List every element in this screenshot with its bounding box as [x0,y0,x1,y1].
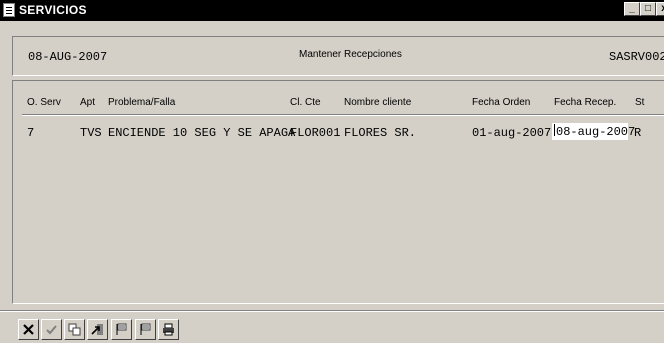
print-button[interactable] [158,319,179,340]
col-header-orden-servicio: O. Serv [27,97,61,108]
col-header-status: St [635,97,645,108]
accept-button[interactable] [41,319,62,340]
app-document-icon [3,3,15,17]
screen-title: Mantener Recepciones [299,49,402,60]
cell-clave-cliente[interactable]: FLOR001 [290,126,340,140]
col-header-aparato: Apt [80,97,96,108]
fecha-recepcion-value: 08-aug-2007 [556,125,636,139]
first-record-button[interactable] [111,319,132,340]
current-date: 08-AUG-2007 [28,50,108,64]
cancel-button[interactable] [18,319,39,340]
cell-status[interactable]: R [634,126,641,140]
cell-aparato[interactable]: TVS [80,126,102,140]
action-toolbar [0,316,664,343]
col-header-fecha-orden: Fecha Orden [472,97,531,108]
exit-arrow-icon [91,324,103,335]
window-titlebar: SERVICIOS _ □ x [0,0,664,21]
header-divider [22,114,664,116]
flag-first-icon [116,323,127,335]
cell-nombre-cliente[interactable]: FLORES SR. [344,126,416,140]
screen-code: SASRV002 [609,50,664,64]
flag-next-icon [140,323,151,335]
cell-fecha-orden[interactable]: 01-aug-2007 [472,126,551,140]
fecha-recepcion-input[interactable]: 08-aug-2007 [552,123,635,140]
col-header-nombre-cliente: Nombre cliente [344,97,412,108]
col-header-clave-cliente: Cl. Cte [290,97,321,108]
text-caret [554,124,555,136]
exit-button[interactable] [87,319,108,340]
col-header-fecha-recepcion: Fecha Recep. [554,97,617,108]
check-icon [46,325,57,335]
close-x-icon [23,324,34,335]
copy-button[interactable] [64,319,85,340]
cell-problema[interactable]: ENCIENDE 10 SEG Y SE APAGA [108,126,295,140]
window-title: SERVICIOS [19,3,87,17]
toolbar-divider [0,310,664,312]
next-record-button[interactable] [135,319,156,340]
col-header-problema: Problema/Falla [108,97,176,108]
header-panel: 08-AUG-2007 Mantener Recepciones SASRV00… [12,36,664,76]
minimize-button[interactable]: _ [624,2,640,16]
maximize-button[interactable]: □ [640,2,656,16]
printer-icon [163,323,174,336]
copy-icon [68,323,81,336]
cell-orden-servicio[interactable]: 7 [27,126,34,140]
close-button[interactable]: x [656,2,664,16]
